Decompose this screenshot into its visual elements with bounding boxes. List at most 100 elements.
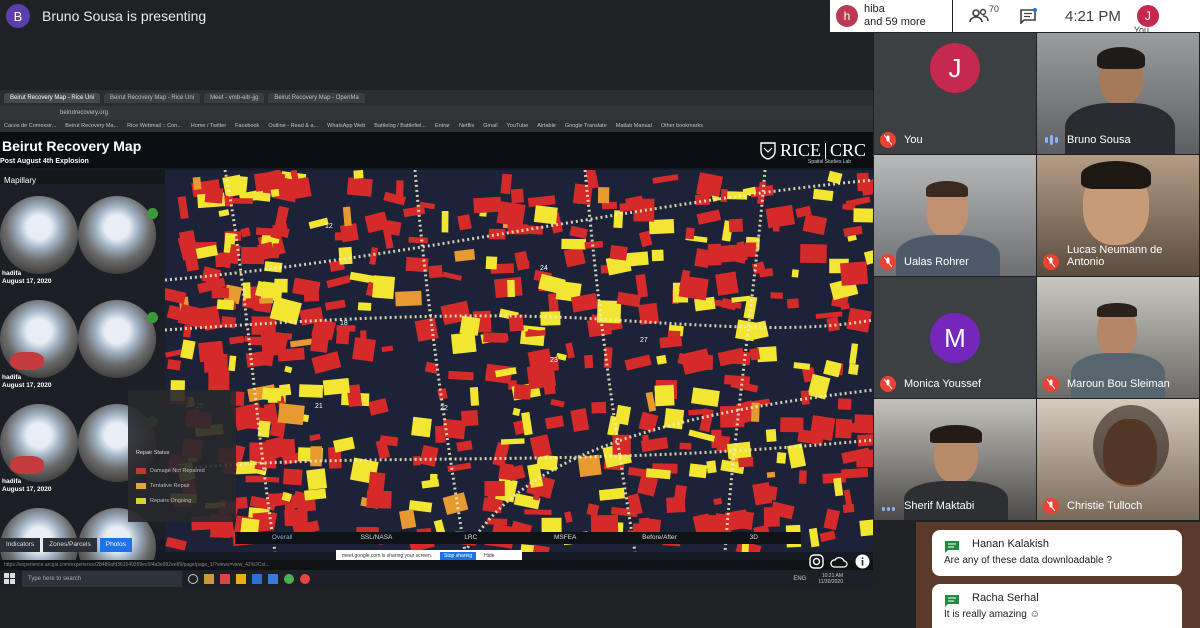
photo-thumbnail[interactable]	[78, 196, 156, 274]
building-footprint[interactable]	[656, 354, 667, 365]
building-footprint[interactable]	[751, 402, 760, 422]
building-footprint[interactable]	[203, 353, 228, 373]
building-footprint[interactable]	[597, 187, 610, 204]
building-footprint[interactable]	[524, 509, 552, 516]
building-footprint[interactable]	[235, 496, 248, 509]
building-footprint[interactable]	[496, 201, 526, 227]
building-footprint[interactable]	[459, 315, 481, 336]
view-tab[interactable]: LRC	[424, 532, 518, 544]
building-footprint[interactable]	[448, 370, 474, 381]
map-canvas[interactable]: 12181619202122232427	[165, 170, 873, 552]
participant-tile[interactable]: Bruno Sousa	[1037, 33, 1199, 154]
building-footprint[interactable]	[322, 377, 350, 396]
browser-tab[interactable]: Beirut Recovery Map - Rice Uni	[4, 93, 101, 103]
building-footprint[interactable]	[590, 514, 619, 533]
building-footprint[interactable]	[414, 317, 439, 342]
building-footprint[interactable]	[738, 510, 754, 530]
building-footprint[interactable]	[765, 428, 777, 442]
building-footprint[interactable]	[513, 384, 531, 400]
bookmark[interactable]: Rice Webmail :: Con...	[127, 123, 182, 129]
building-footprint[interactable]	[282, 468, 303, 486]
building-footprint[interactable]	[430, 473, 438, 483]
building-footprint[interactable]	[253, 191, 271, 202]
app-icon[interactable]	[252, 574, 262, 584]
damage-map[interactable]: 12181619202122232427	[165, 170, 873, 552]
participant-tile[interactable]: Maroun Bou Sleiman	[1037, 277, 1199, 398]
view-tab[interactable]: 3D	[707, 532, 801, 544]
building-footprint[interactable]	[412, 455, 421, 466]
people-button[interactable]: 70	[969, 4, 999, 24]
browser-tab[interactable]: Meet - vmb-eitr-jjg	[204, 93, 265, 103]
building-footprint[interactable]	[261, 387, 283, 402]
building-footprint[interactable]	[688, 463, 708, 479]
building-footprint[interactable]	[685, 227, 695, 240]
hide-button[interactable]: Hide	[484, 553, 494, 559]
building-footprint[interactable]	[667, 330, 681, 344]
building-footprint[interactable]	[220, 316, 237, 329]
photo-thumbnail[interactable]	[0, 300, 78, 378]
building-footprint[interactable]	[780, 417, 804, 433]
building-footprint[interactable]	[837, 398, 852, 410]
building-footprint[interactable]	[259, 297, 274, 304]
photo-thumbnail[interactable]	[0, 196, 78, 274]
building-footprint[interactable]	[500, 438, 525, 445]
building-footprint[interactable]	[469, 386, 480, 406]
app-icon[interactable]	[220, 574, 230, 584]
building-footprint[interactable]	[591, 401, 607, 414]
raised-hands-notice[interactable]: h hiba and 59 more	[830, 0, 952, 32]
instagram-icon[interactable]	[809, 554, 824, 569]
building-footprint[interactable]	[826, 316, 840, 332]
building-footprint[interactable]	[167, 359, 181, 371]
bookmark[interactable]: Outline - Read & a...	[268, 123, 318, 129]
building-footprint[interactable]	[277, 347, 305, 362]
building-footprint[interactable]	[498, 462, 514, 481]
building-footprint[interactable]	[507, 279, 516, 298]
building-footprint[interactable]	[245, 475, 264, 483]
building-footprint[interactable]	[846, 307, 872, 333]
building-footprint[interactable]	[270, 188, 280, 198]
building-footprint[interactable]	[368, 471, 386, 494]
building-footprint[interactable]	[460, 410, 479, 427]
building-footprint[interactable]	[766, 471, 776, 478]
bookmark[interactable]: Netflix	[459, 123, 474, 129]
building-footprint[interactable]	[303, 285, 320, 302]
building-footprint[interactable]	[339, 223, 359, 243]
building-footprint[interactable]	[274, 278, 288, 293]
bookmark[interactable]: Cacos de Comexsir...	[4, 123, 56, 129]
building-footprint[interactable]	[809, 415, 836, 441]
building-footprint[interactable]	[763, 507, 780, 527]
bookmark[interactable]: Airtable	[537, 123, 556, 129]
bookmark[interactable]: Home / Twitter	[191, 123, 226, 129]
building-footprint[interactable]	[251, 316, 276, 336]
panel-tab[interactable]: Photos	[99, 538, 132, 552]
building-footprint[interactable]	[385, 220, 402, 236]
building-footprint[interactable]	[267, 172, 286, 192]
bookmark[interactable]: Battlelog / Battlefiel...	[374, 123, 426, 129]
building-footprint[interactable]	[216, 299, 235, 311]
bookmark[interactable]: Gmail	[483, 123, 497, 129]
building-footprint[interactable]	[441, 211, 449, 233]
building-footprint[interactable]	[840, 261, 869, 286]
building-footprint[interactable]	[271, 243, 280, 259]
building-footprint[interactable]	[278, 383, 292, 397]
building-footprint[interactable]	[298, 384, 324, 398]
chrome-icon[interactable]	[284, 574, 294, 584]
building-footprint[interactable]	[346, 177, 373, 197]
bookmark[interactable]: YouTube	[507, 123, 529, 129]
bookmark[interactable]: Facebook	[235, 123, 259, 129]
building-footprint[interactable]	[586, 503, 600, 517]
building-footprint[interactable]	[408, 236, 428, 244]
bookmark[interactable]: Other bookmarks	[661, 123, 703, 129]
building-footprint[interactable]	[540, 311, 561, 326]
bookmark[interactable]: Matlab Manual	[616, 123, 652, 129]
building-footprint[interactable]	[338, 246, 353, 265]
panel-tab[interactable]: Zones/Parcels	[43, 538, 97, 552]
building-footprint[interactable]	[522, 260, 530, 268]
building-footprint[interactable]	[208, 371, 230, 391]
building-footprint[interactable]	[735, 319, 757, 342]
building-footprint[interactable]	[853, 208, 873, 223]
building-footprint[interactable]	[609, 245, 628, 261]
photo-thumbnail[interactable]	[0, 404, 78, 482]
building-footprint[interactable]	[724, 374, 751, 387]
building-footprint[interactable]	[450, 331, 477, 355]
